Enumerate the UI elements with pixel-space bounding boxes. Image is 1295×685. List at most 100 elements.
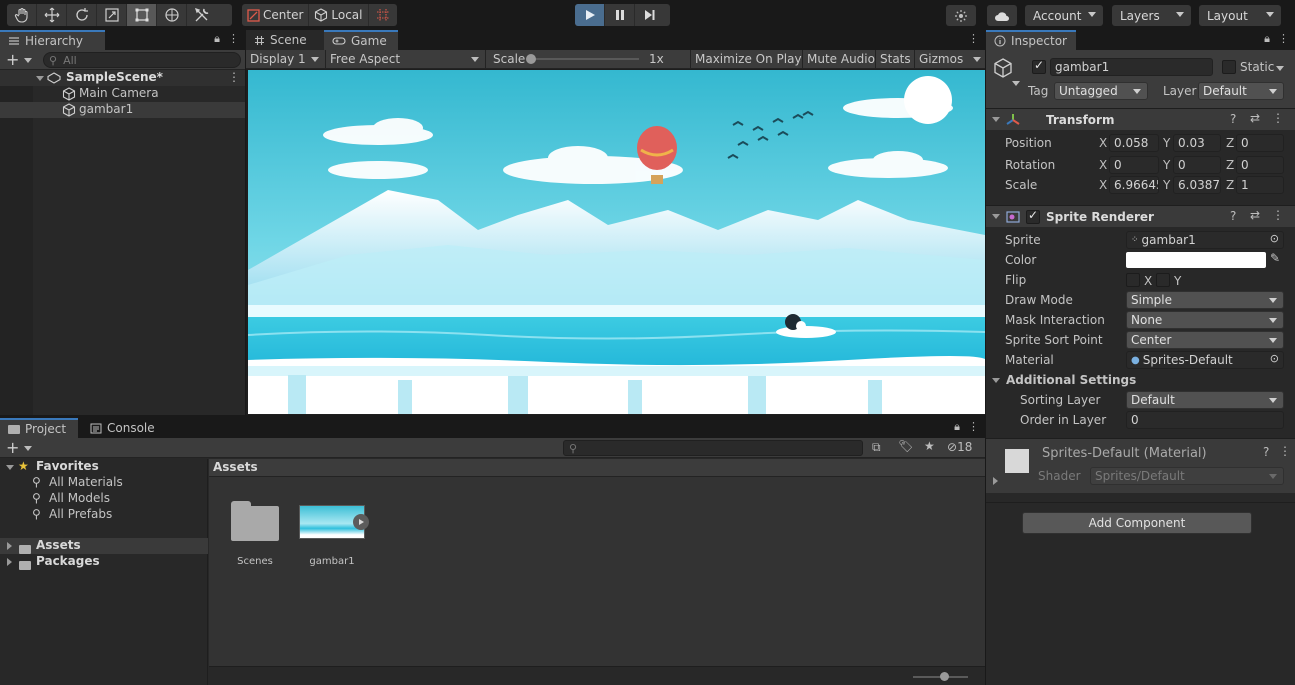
sort-point-dropdown[interactable]: Center: [1126, 331, 1284, 349]
hierarchy-item-main-camera[interactable]: Main Camera: [0, 86, 245, 102]
scene-menu-icon[interactable]: ⋮: [228, 70, 240, 84]
more-menu-icon[interactable]: ⋮: [968, 420, 979, 434]
scene-row[interactable]: SampleScene* ⋮: [0, 70, 245, 86]
scale-x-field[interactable]: 6.96645: [1109, 176, 1159, 194]
lock-icon[interactable]: 🔒︎: [954, 420, 960, 434]
add-component-button[interactable]: Add Component: [1022, 512, 1252, 534]
icon-size-slider-thumb[interactable]: [940, 672, 949, 681]
position-y-field[interactable]: 0.03: [1173, 134, 1221, 152]
rotation-x-field[interactable]: 0: [1109, 156, 1159, 174]
expand-arrow-icon[interactable]: [6, 465, 14, 470]
transform-header[interactable]: Transform ? ⇄ ⋮: [986, 108, 1295, 130]
object-name-field[interactable]: gambar1: [1050, 58, 1213, 76]
eyedropper-icon[interactable]: ✎: [1270, 251, 1280, 265]
draw-mode-dropdown[interactable]: Simple: [1126, 291, 1284, 309]
more-menu-icon[interactable]: ⋮: [1278, 32, 1289, 46]
color-swatch[interactable]: [1126, 252, 1266, 268]
aspect-dropdown[interactable]: Free Aspect: [326, 50, 486, 68]
pivot-space-toggle[interactable]: Local: [309, 4, 369, 26]
asset-item-scenes[interactable]: Scenes: [225, 501, 285, 581]
transform-icon[interactable]: [157, 4, 187, 26]
collab-icon[interactable]: [946, 5, 976, 26]
scale-y-field[interactable]: 6.03879: [1173, 176, 1221, 194]
asset-item-gambar1[interactable]: gambar1: [297, 501, 369, 581]
more-menu-icon[interactable]: ⋮: [968, 32, 979, 45]
hidden-packages-toggle[interactable]: ⊘18: [947, 440, 972, 454]
hand-icon[interactable]: [7, 4, 37, 26]
collapse-arrow-icon[interactable]: [992, 117, 1000, 122]
icon-dropdown-icon[interactable]: [1012, 81, 1020, 86]
game-render[interactable]: [248, 70, 985, 414]
order-in-layer-field[interactable]: 0: [1126, 411, 1284, 429]
tab-game[interactable]: Game: [324, 30, 398, 50]
sprite-field[interactable]: ⁘ gambar1 ⊙: [1126, 231, 1284, 249]
breadcrumb-item[interactable]: Assets: [213, 460, 258, 474]
favorites-row[interactable]: ★ Favorites: [0, 459, 208, 475]
scale-icon[interactable]: [97, 4, 127, 26]
play-icon[interactable]: [575, 4, 605, 26]
more-menu-icon[interactable]: ⋮: [228, 32, 239, 46]
tag-dropdown[interactable]: Untagged: [1054, 82, 1148, 100]
rect-icon[interactable]: [127, 4, 157, 26]
tab-project[interactable]: Project: [0, 418, 78, 438]
layers-dropdown[interactable]: Layers: [1112, 5, 1191, 26]
pivot-center-toggle[interactable]: Center: [242, 4, 310, 26]
sprite-renderer-enabled-checkbox[interactable]: [1026, 208, 1040, 224]
expand-arrow-icon[interactable]: [36, 76, 44, 81]
layout-dropdown[interactable]: Layout: [1199, 5, 1281, 26]
collapse-arrow-icon[interactable]: [992, 214, 1000, 219]
object-picker-icon[interactable]: ⊙: [1270, 232, 1279, 245]
scale-z-field[interactable]: 1: [1236, 176, 1284, 194]
expand-arrow-icon[interactable]: [7, 558, 12, 566]
tools-icon[interactable]: [187, 4, 217, 26]
component-menu-icon[interactable]: ⋮: [1279, 444, 1291, 458]
active-checkbox[interactable]: [1032, 58, 1046, 74]
favorite-item-materials[interactable]: ⚲ All Materials: [0, 475, 208, 491]
preset-icon[interactable]: ⇄: [1250, 111, 1260, 125]
add-dropdown-icon[interactable]: [24, 446, 32, 451]
lock-icon[interactable]: 🔒︎: [1264, 32, 1270, 46]
help-icon[interactable]: ?: [1230, 209, 1236, 223]
help-icon[interactable]: ?: [1230, 112, 1236, 126]
hierarchy-item-gambar1[interactable]: gambar1: [0, 102, 245, 118]
flip-x-checkbox[interactable]: [1126, 273, 1140, 287]
static-checkbox[interactable]: [1222, 60, 1236, 74]
expand-arrow-icon[interactable]: [993, 477, 998, 485]
cloud-icon[interactable]: [987, 5, 1017, 26]
tab-inspector[interactable]: Inspector: [986, 30, 1076, 50]
component-menu-icon[interactable]: ⋮: [1272, 111, 1284, 125]
favorites-filter-icon[interactable]: ★: [924, 439, 935, 453]
gizmos-dropdown[interactable]: Gizmos: [915, 50, 985, 68]
hierarchy-search-input[interactable]: ⚲ All: [43, 52, 241, 68]
scale-slider-thumb[interactable]: [526, 54, 536, 64]
material-field[interactable]: ● Sprites-Default ⊙: [1126, 351, 1284, 369]
mask-interaction-dropdown[interactable]: None: [1126, 311, 1284, 329]
rotation-y-field[interactable]: 0: [1173, 156, 1221, 174]
expand-arrow-icon[interactable]: [7, 542, 12, 550]
collapse-arrow-icon[interactable]: [992, 378, 1000, 383]
stats-toggle[interactable]: Stats: [876, 50, 915, 68]
add-dropdown-icon[interactable]: [24, 58, 32, 63]
display-dropdown[interactable]: Display 1: [246, 50, 326, 68]
rotate-icon[interactable]: [67, 4, 97, 26]
step-icon[interactable]: [635, 4, 665, 26]
add-icon[interactable]: +: [6, 50, 19, 69]
pause-icon[interactable]: [605, 4, 635, 26]
flip-y-checkbox[interactable]: [1156, 273, 1170, 287]
preset-icon[interactable]: ⇄: [1250, 208, 1260, 222]
static-dropdown-icon[interactable]: [1276, 66, 1284, 71]
filter-by-type-icon[interactable]: ⧉: [872, 440, 881, 455]
add-icon[interactable]: +: [6, 438, 19, 457]
maximize-on-play-toggle[interactable]: Maximize On Play: [691, 50, 803, 68]
filter-by-label-icon[interactable]: 🏷︎: [898, 439, 913, 453]
help-icon[interactable]: ?: [1263, 445, 1269, 459]
mute-audio-toggle[interactable]: Mute Audio: [803, 50, 876, 68]
move-icon[interactable]: [37, 4, 67, 26]
tab-scene[interactable]: Scene: [246, 30, 324, 50]
component-menu-icon[interactable]: ⋮: [1272, 208, 1284, 222]
rotation-z-field[interactable]: 0: [1236, 156, 1284, 174]
tree-item-packages[interactable]: Packages: [0, 554, 208, 570]
position-x-field[interactable]: 0.058: [1109, 134, 1159, 152]
position-z-field[interactable]: 0: [1236, 134, 1284, 152]
favorite-item-models[interactable]: ⚲ All Models: [0, 491, 208, 507]
